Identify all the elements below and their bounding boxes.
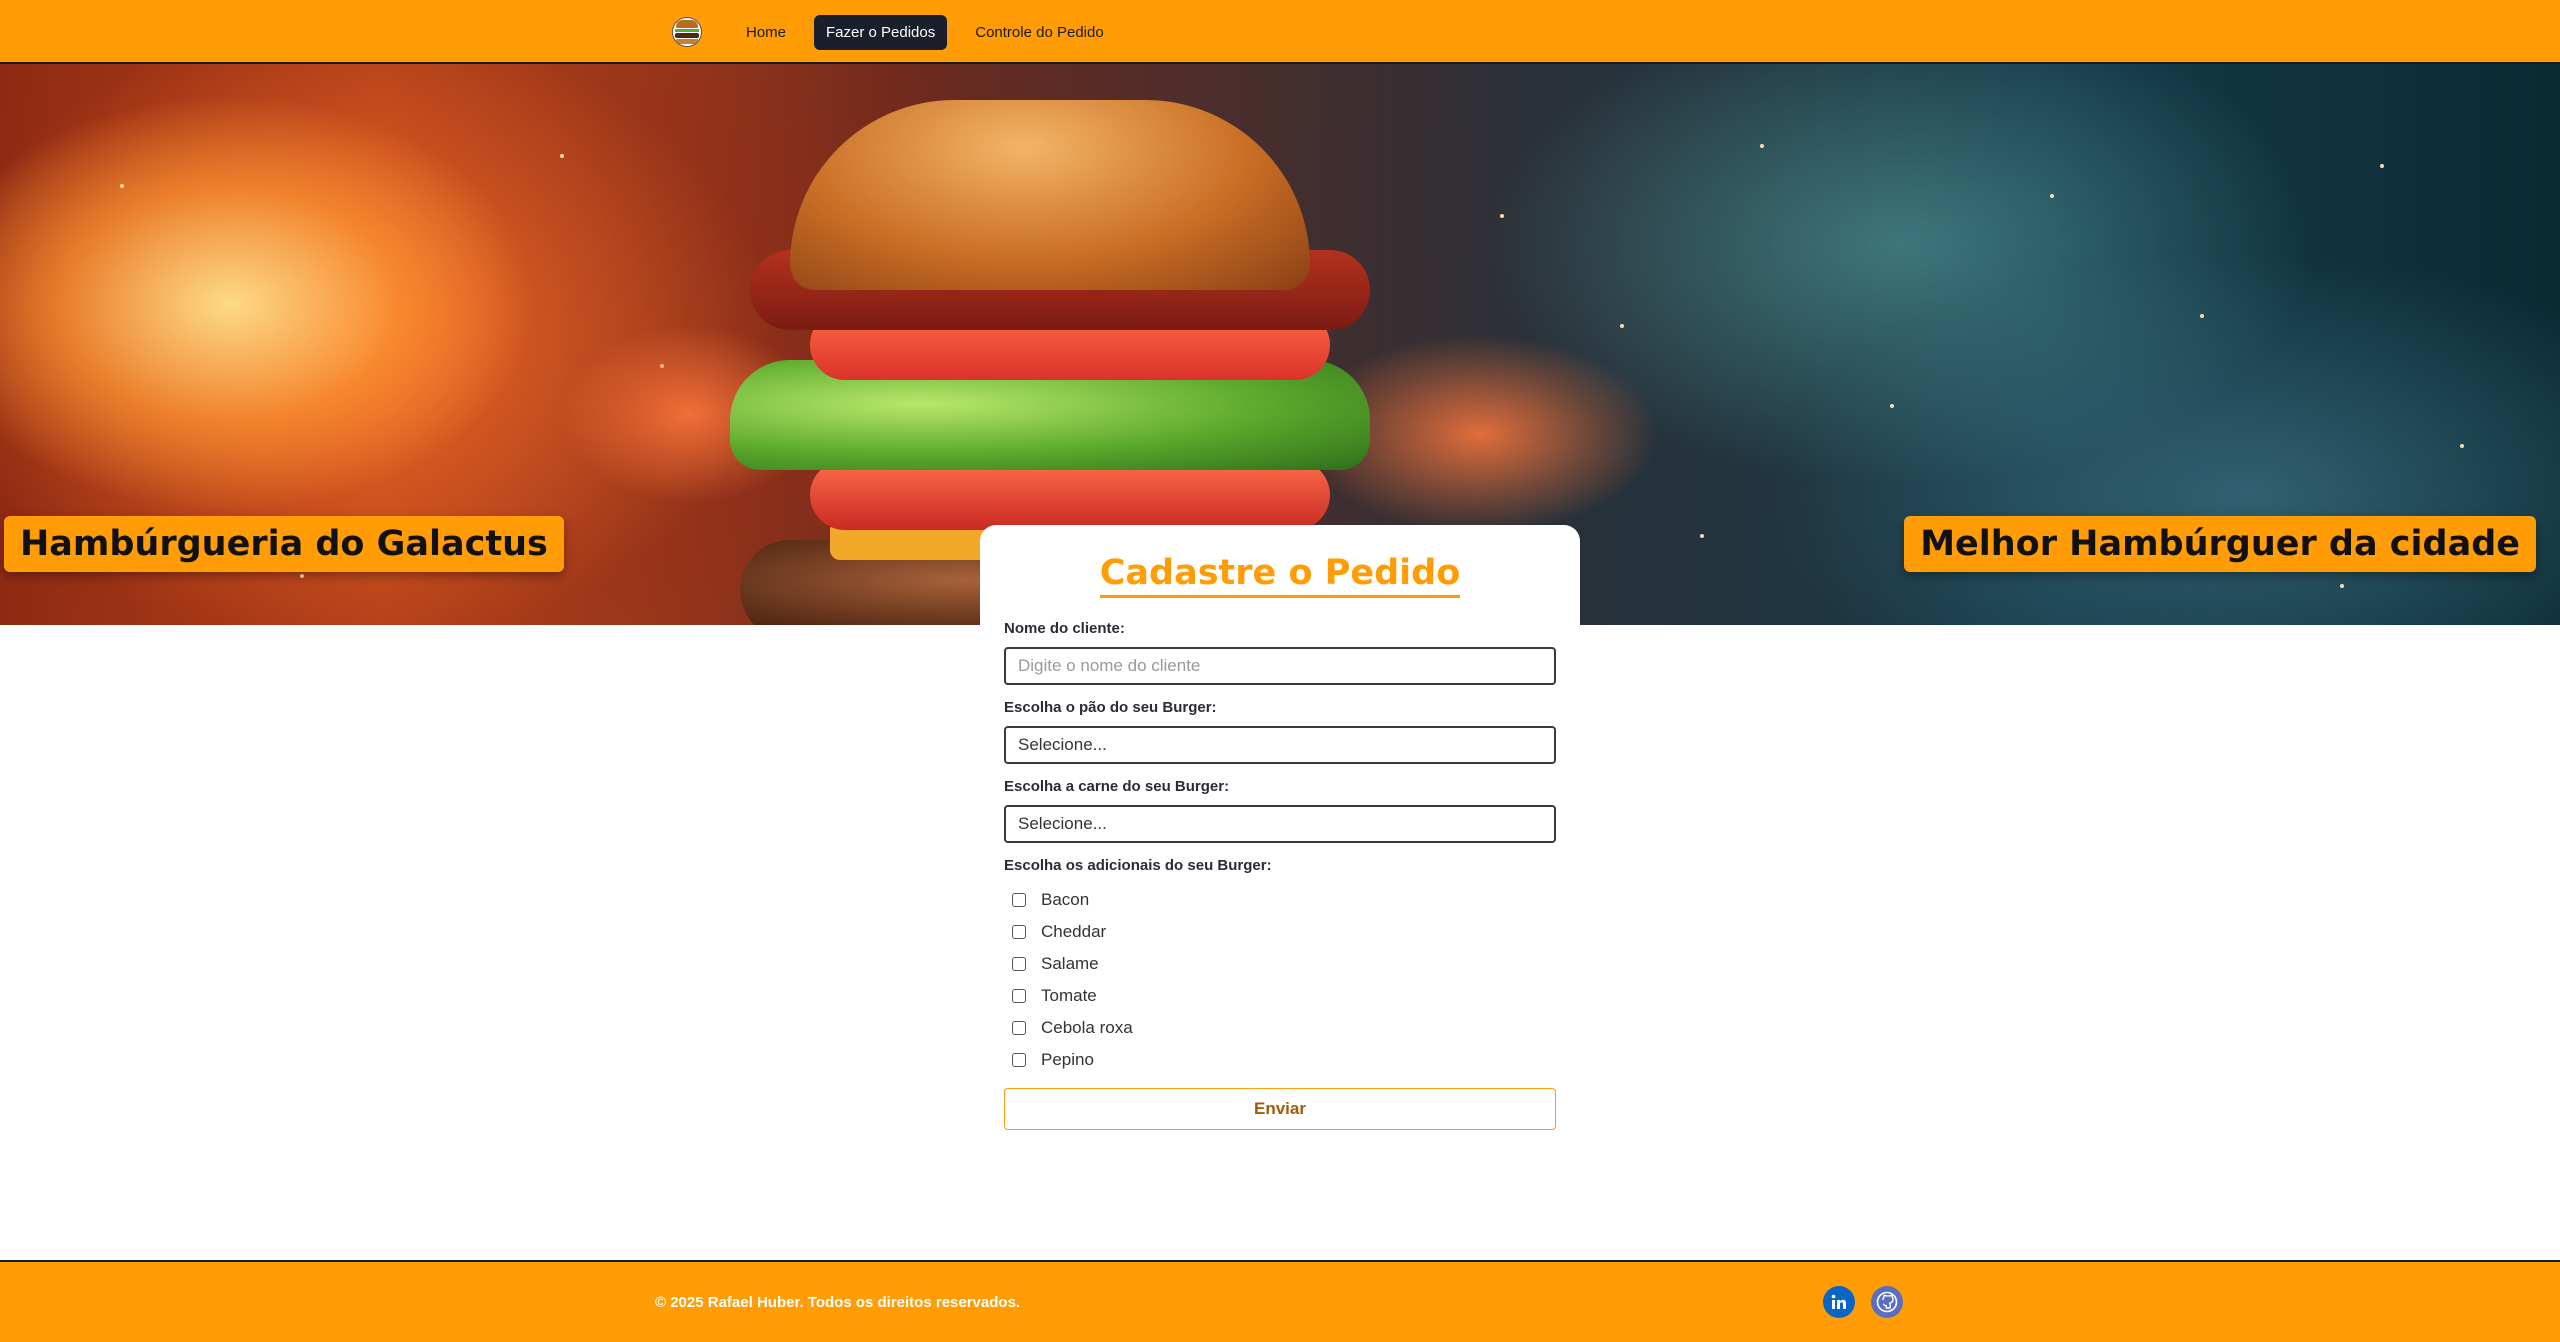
submit-button[interactable]: Enviar (1004, 1088, 1556, 1130)
checkbox[interactable] (1012, 1021, 1026, 1035)
top-navbar: Home Fazer o Pedidos Controle do Pedido (0, 0, 2560, 64)
meat-select[interactable]: Selecione... (1004, 805, 1556, 843)
extras-label: Escolha os adicionais do seu Burger: (1004, 857, 1272, 874)
checkbox[interactable] (1012, 925, 1026, 939)
meat-label: Escolha a carne do seu Burger: (1004, 778, 1230, 795)
nav-link-controle-pedido[interactable]: Controle do Pedido (963, 15, 1115, 50)
extra-tomate[interactable]: Tomate (1004, 980, 1556, 1012)
bread-label: Escolha o pão do seu Burger: (1004, 699, 1217, 716)
client-name-input[interactable]: Digite o nome do cliente (1004, 647, 1556, 685)
checkbox-label: Cheddar (1041, 922, 1107, 941)
checkbox-label: Bacon (1041, 890, 1090, 909)
hero-title-left: Hambúrgueria do Galactus (4, 516, 564, 572)
extras-list: Bacon Cheddar Salame Tomate Cebola roxa … (1004, 884, 1556, 1076)
checkbox-label: Cebola roxa (1041, 1018, 1133, 1037)
hero-title-right: Melhor Hambúrguer da cidade (1904, 516, 2536, 572)
extra-cheddar[interactable]: Cheddar (1004, 916, 1556, 948)
extra-bacon[interactable]: Bacon (1004, 884, 1556, 916)
linkedin-icon[interactable] (1823, 1286, 1855, 1318)
checkbox[interactable] (1012, 989, 1026, 1003)
copyright-text: © 2025 Rafael Huber. Todos os direitos r… (655, 1294, 1021, 1311)
checkbox[interactable] (1012, 957, 1026, 971)
checkbox-label: Salame (1041, 954, 1099, 973)
order-form: Cadastre o Pedido Nome do cliente: Digit… (980, 525, 1580, 1165)
footer: © 2025 Rafael Huber. Todos os direitos r… (0, 1260, 2560, 1342)
github-icon[interactable] (1871, 1286, 1903, 1318)
checkbox[interactable] (1012, 1053, 1026, 1067)
extra-cebola-roxa[interactable]: Cebola roxa (1004, 1012, 1556, 1044)
extra-pepino[interactable]: Pepino (1004, 1044, 1556, 1076)
nav-links: Home Fazer o Pedidos Controle do Pedido (672, 14, 1132, 50)
burger-icon[interactable] (672, 17, 702, 47)
checkbox[interactable] (1012, 893, 1026, 907)
checkbox-label: Pepino (1041, 1050, 1094, 1069)
nav-link-fazer-pedidos[interactable]: Fazer o Pedidos (814, 14, 948, 50)
extra-salame[interactable]: Salame (1004, 948, 1556, 980)
nav-link-home[interactable]: Home (734, 15, 798, 50)
client-name-label: Nome do cliente: (1004, 620, 1125, 637)
form-title: Cadastre o Pedido (1099, 553, 1461, 598)
bread-select[interactable]: Selecione... (1004, 726, 1556, 764)
checkbox-label: Tomate (1041, 986, 1097, 1005)
